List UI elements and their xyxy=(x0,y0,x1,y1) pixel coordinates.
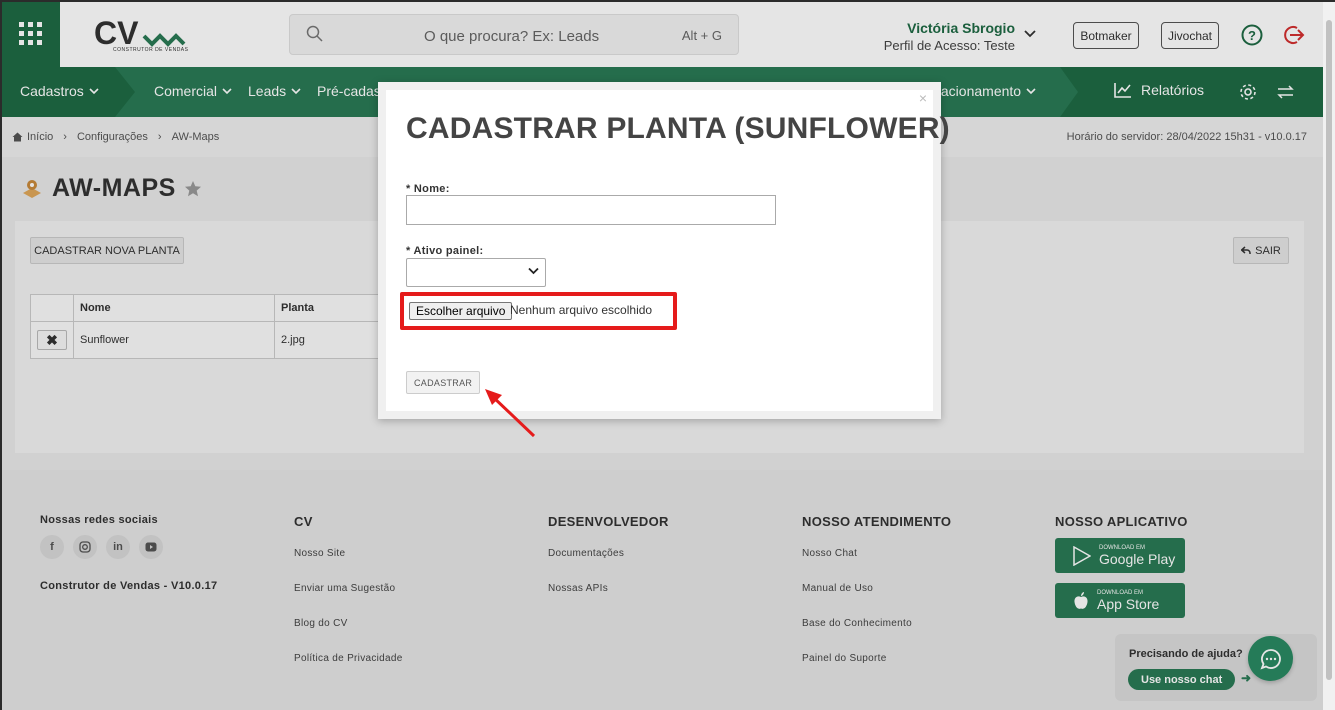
register-plant-modal: × CADASTRAR PLANTA (SUNFLOWER) * Nome: *… xyxy=(378,82,950,419)
file-upload-highlight: Escolher arquivo Nenhum arquivo escolhid… xyxy=(400,292,677,330)
modal-title: CADASTRAR PLANTA (SUNFLOWER) xyxy=(406,112,950,145)
scrollbar-thumb[interactable] xyxy=(1326,20,1332,680)
name-label: * Nome: xyxy=(406,183,450,195)
annotation-arrow-icon xyxy=(485,389,536,438)
name-input[interactable] xyxy=(406,195,776,225)
page-scrollbar[interactable] xyxy=(1323,0,1335,710)
chevron-down-icon xyxy=(528,267,539,275)
active-panel-select[interactable] xyxy=(406,258,546,287)
close-icon[interactable]: × xyxy=(919,90,927,106)
choose-file-button[interactable]: Escolher arquivo xyxy=(409,302,513,320)
active-panel-label: * Ativo painel: xyxy=(406,245,484,257)
register-button[interactable]: CADASTRAR xyxy=(406,371,481,394)
file-status: Nenhum arquivo escolhido xyxy=(510,303,653,317)
